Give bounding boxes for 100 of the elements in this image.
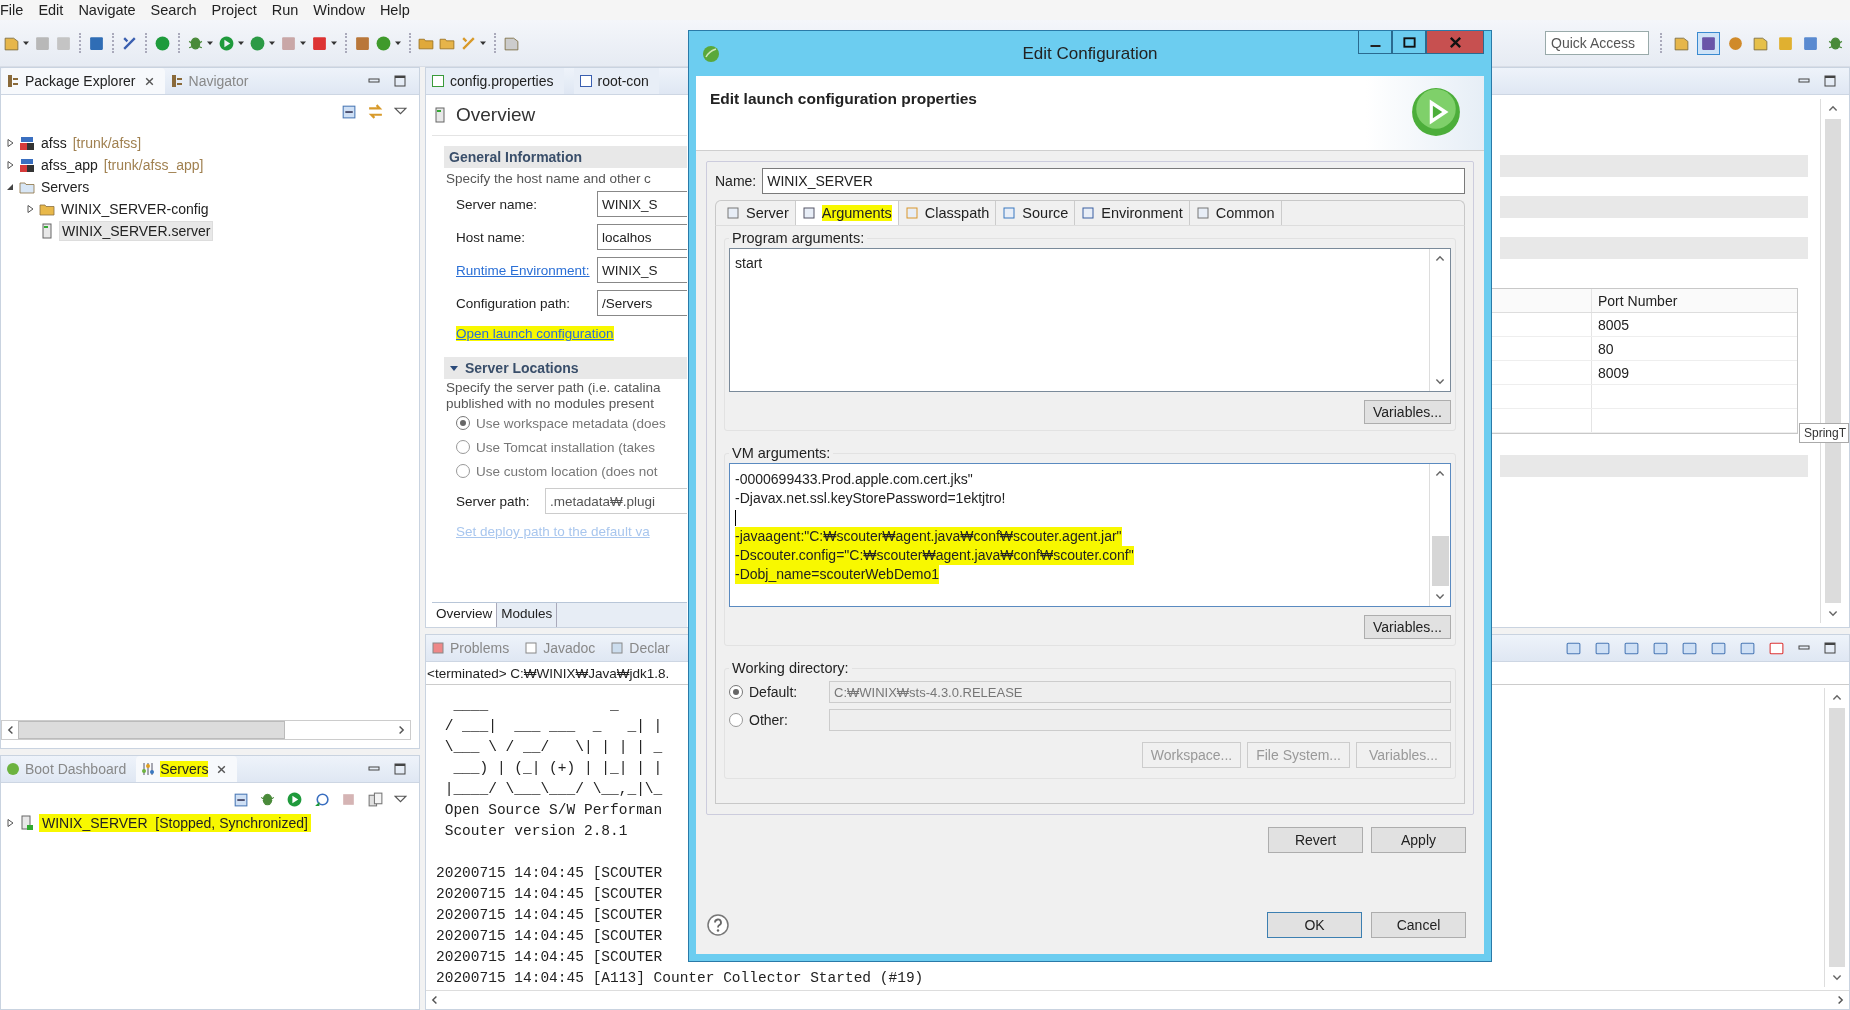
action-button[interactable]: Apply bbox=[1371, 827, 1466, 853]
menu-item[interactable]: Edit bbox=[32, 0, 73, 20]
maximize-icon[interactable] bbox=[393, 762, 407, 776]
scroll-thumb[interactable] bbox=[1431, 536, 1449, 586]
maximize-button[interactable] bbox=[1392, 31, 1426, 54]
view-menu-icon[interactable] bbox=[394, 795, 407, 804]
menu-item[interactable]: File bbox=[0, 0, 33, 20]
minimize-button[interactable] bbox=[1358, 31, 1392, 54]
variables-button[interactable]: Variables... bbox=[1364, 400, 1451, 424]
collapse-all-icon[interactable] bbox=[232, 791, 249, 808]
collapse-icon[interactable] bbox=[5, 182, 15, 192]
server-entry[interactable]: WINIX_SERVER [Stopped, Synchronized] bbox=[39, 814, 311, 832]
collapse-all-icon[interactable] bbox=[340, 103, 357, 120]
bug-icon[interactable] bbox=[259, 791, 276, 808]
table-cell-text: 8009 bbox=[1597, 364, 1631, 381]
repository-path: [trunk/afss] bbox=[72, 135, 142, 151]
dialog-button[interactable]: OK bbox=[1267, 912, 1362, 938]
action-button[interactable]: Revert bbox=[1268, 827, 1363, 853]
scroll-thumb[interactable] bbox=[1829, 708, 1845, 967]
tab[interactable]: Server bbox=[720, 201, 796, 225]
editor-tab[interactable]: config.properties bbox=[426, 68, 564, 94]
option-label: Use custom location (does not bbox=[476, 463, 658, 479]
caret-icon[interactable] bbox=[22, 39, 30, 47]
tab[interactable]: Source bbox=[996, 201, 1076, 225]
console-line: 20200715 14:04:45 [SCOUTER bbox=[436, 906, 663, 925]
expand-icon[interactable] bbox=[5, 160, 15, 170]
scroll-thumb[interactable] bbox=[18, 721, 285, 739]
leaf-icon bbox=[701, 43, 721, 64]
caret-icon[interactable] bbox=[394, 39, 402, 47]
menu-item[interactable]: Help bbox=[373, 0, 419, 20]
view-tab[interactable]: Package Explorer bbox=[1, 68, 165, 94]
help-icon[interactable] bbox=[706, 913, 730, 937]
close-icon[interactable] bbox=[216, 763, 228, 775]
section-description: published with no modules present bbox=[445, 395, 655, 411]
view-tab[interactable]: Servers bbox=[136, 756, 238, 782]
caret-icon[interactable] bbox=[479, 39, 487, 47]
field-link[interactable]: Runtime Environment: bbox=[456, 262, 597, 278]
view-menu-icon[interactable] bbox=[394, 107, 407, 116]
text-field[interactable]: localhos bbox=[597, 224, 687, 250]
caret-icon[interactable] bbox=[268, 39, 276, 47]
caret-icon[interactable] bbox=[299, 39, 307, 47]
expand-icon[interactable] bbox=[5, 138, 15, 148]
tab[interactable]: Common bbox=[1189, 201, 1282, 225]
field-label: Name: bbox=[715, 173, 757, 189]
vertical-scrollbar[interactable] bbox=[1429, 464, 1450, 606]
menu-item[interactable]: Window bbox=[307, 0, 374, 20]
console-line: ____ _ bbox=[452, 696, 619, 715]
run-icon[interactable] bbox=[286, 791, 303, 808]
repository-path: [trunk/afss_app] bbox=[103, 157, 204, 173]
tab[interactable]: Classpath bbox=[898, 201, 997, 225]
variables-button[interactable]: Variables... bbox=[1364, 615, 1451, 639]
caret-icon[interactable] bbox=[330, 39, 338, 47]
tab[interactable]: Arguments bbox=[795, 201, 899, 225]
tree-item[interactable]: Servers bbox=[39, 178, 92, 196]
console-line: / ___| ___ ___ _ _| | bbox=[443, 717, 663, 736]
tree-item[interactable]: afss bbox=[39, 134, 69, 152]
minimize-icon bbox=[1369, 45, 1381, 47]
argument-line: -Djavax.net.ssl.keyStorePassword=1ektjtro! bbox=[735, 489, 1007, 508]
link[interactable]: Open launch configuration bbox=[456, 326, 614, 341]
tree-item[interactable]: afss_app bbox=[39, 156, 100, 174]
horizontal-scrollbar[interactable] bbox=[1, 720, 411, 740]
quick-access-field[interactable]: Quick Access bbox=[1545, 31, 1649, 55]
menu-item[interactable]: Project bbox=[205, 0, 266, 20]
page-tab[interactable]: Modules bbox=[497, 603, 558, 627]
maximize-icon[interactable] bbox=[393, 74, 407, 88]
caret-icon[interactable] bbox=[206, 39, 214, 47]
page-tab[interactable]: Overview bbox=[432, 603, 498, 627]
option-label: Default: bbox=[749, 684, 798, 700]
section-description: Specify the server path (i.e. catalina bbox=[445, 379, 662, 395]
tab[interactable]: Environment bbox=[1075, 201, 1190, 225]
name-field[interactable]: WINIX_SERVER bbox=[762, 168, 1465, 194]
close-button[interactable] bbox=[1426, 31, 1484, 54]
console-line: Open Source S/W Performan bbox=[443, 801, 663, 820]
text-field[interactable]: WINIX_S bbox=[597, 257, 687, 283]
server-icon bbox=[19, 815, 35, 831]
program-arguments-field[interactable]: start bbox=[729, 248, 1451, 392]
java-perspective-icon[interactable] bbox=[1698, 32, 1719, 54]
expand-icon[interactable] bbox=[25, 204, 35, 214]
link-icon[interactable] bbox=[367, 103, 384, 120]
tree-item[interactable]: WINIX_SERVER-config bbox=[59, 200, 211, 218]
menu-item[interactable]: Navigate bbox=[72, 0, 145, 20]
window-title: Edit Configuration bbox=[1022, 43, 1158, 64]
menu-item[interactable]: Search bbox=[144, 0, 206, 20]
expand-icon[interactable] bbox=[5, 818, 15, 828]
project-icon bbox=[19, 157, 35, 173]
group-label: VM arguments: bbox=[731, 445, 832, 461]
console-line: 20200715 14:04:45 [SCOUTER bbox=[436, 927, 663, 946]
text-field[interactable]: WINIX_S bbox=[597, 191, 687, 217]
editor-tab[interactable]: root-con bbox=[573, 68, 659, 94]
dialog-button[interactable]: Cancel bbox=[1371, 912, 1466, 938]
maximize-icon[interactable] bbox=[1823, 641, 1837, 655]
text-field[interactable]: /Servers bbox=[597, 290, 687, 316]
maximize-icon[interactable] bbox=[1823, 74, 1837, 88]
vm-arguments-field[interactable] bbox=[729, 463, 1451, 607]
file-icon bbox=[610, 641, 625, 655]
console-line: ___) | (_| (+) | |_| | | bbox=[452, 759, 663, 778]
close-icon[interactable] bbox=[143, 75, 155, 87]
menu-item[interactable]: Run bbox=[265, 0, 308, 20]
tree-item[interactable]: WINIX_SERVER.server bbox=[59, 221, 214, 241]
caret-icon[interactable] bbox=[237, 39, 245, 47]
